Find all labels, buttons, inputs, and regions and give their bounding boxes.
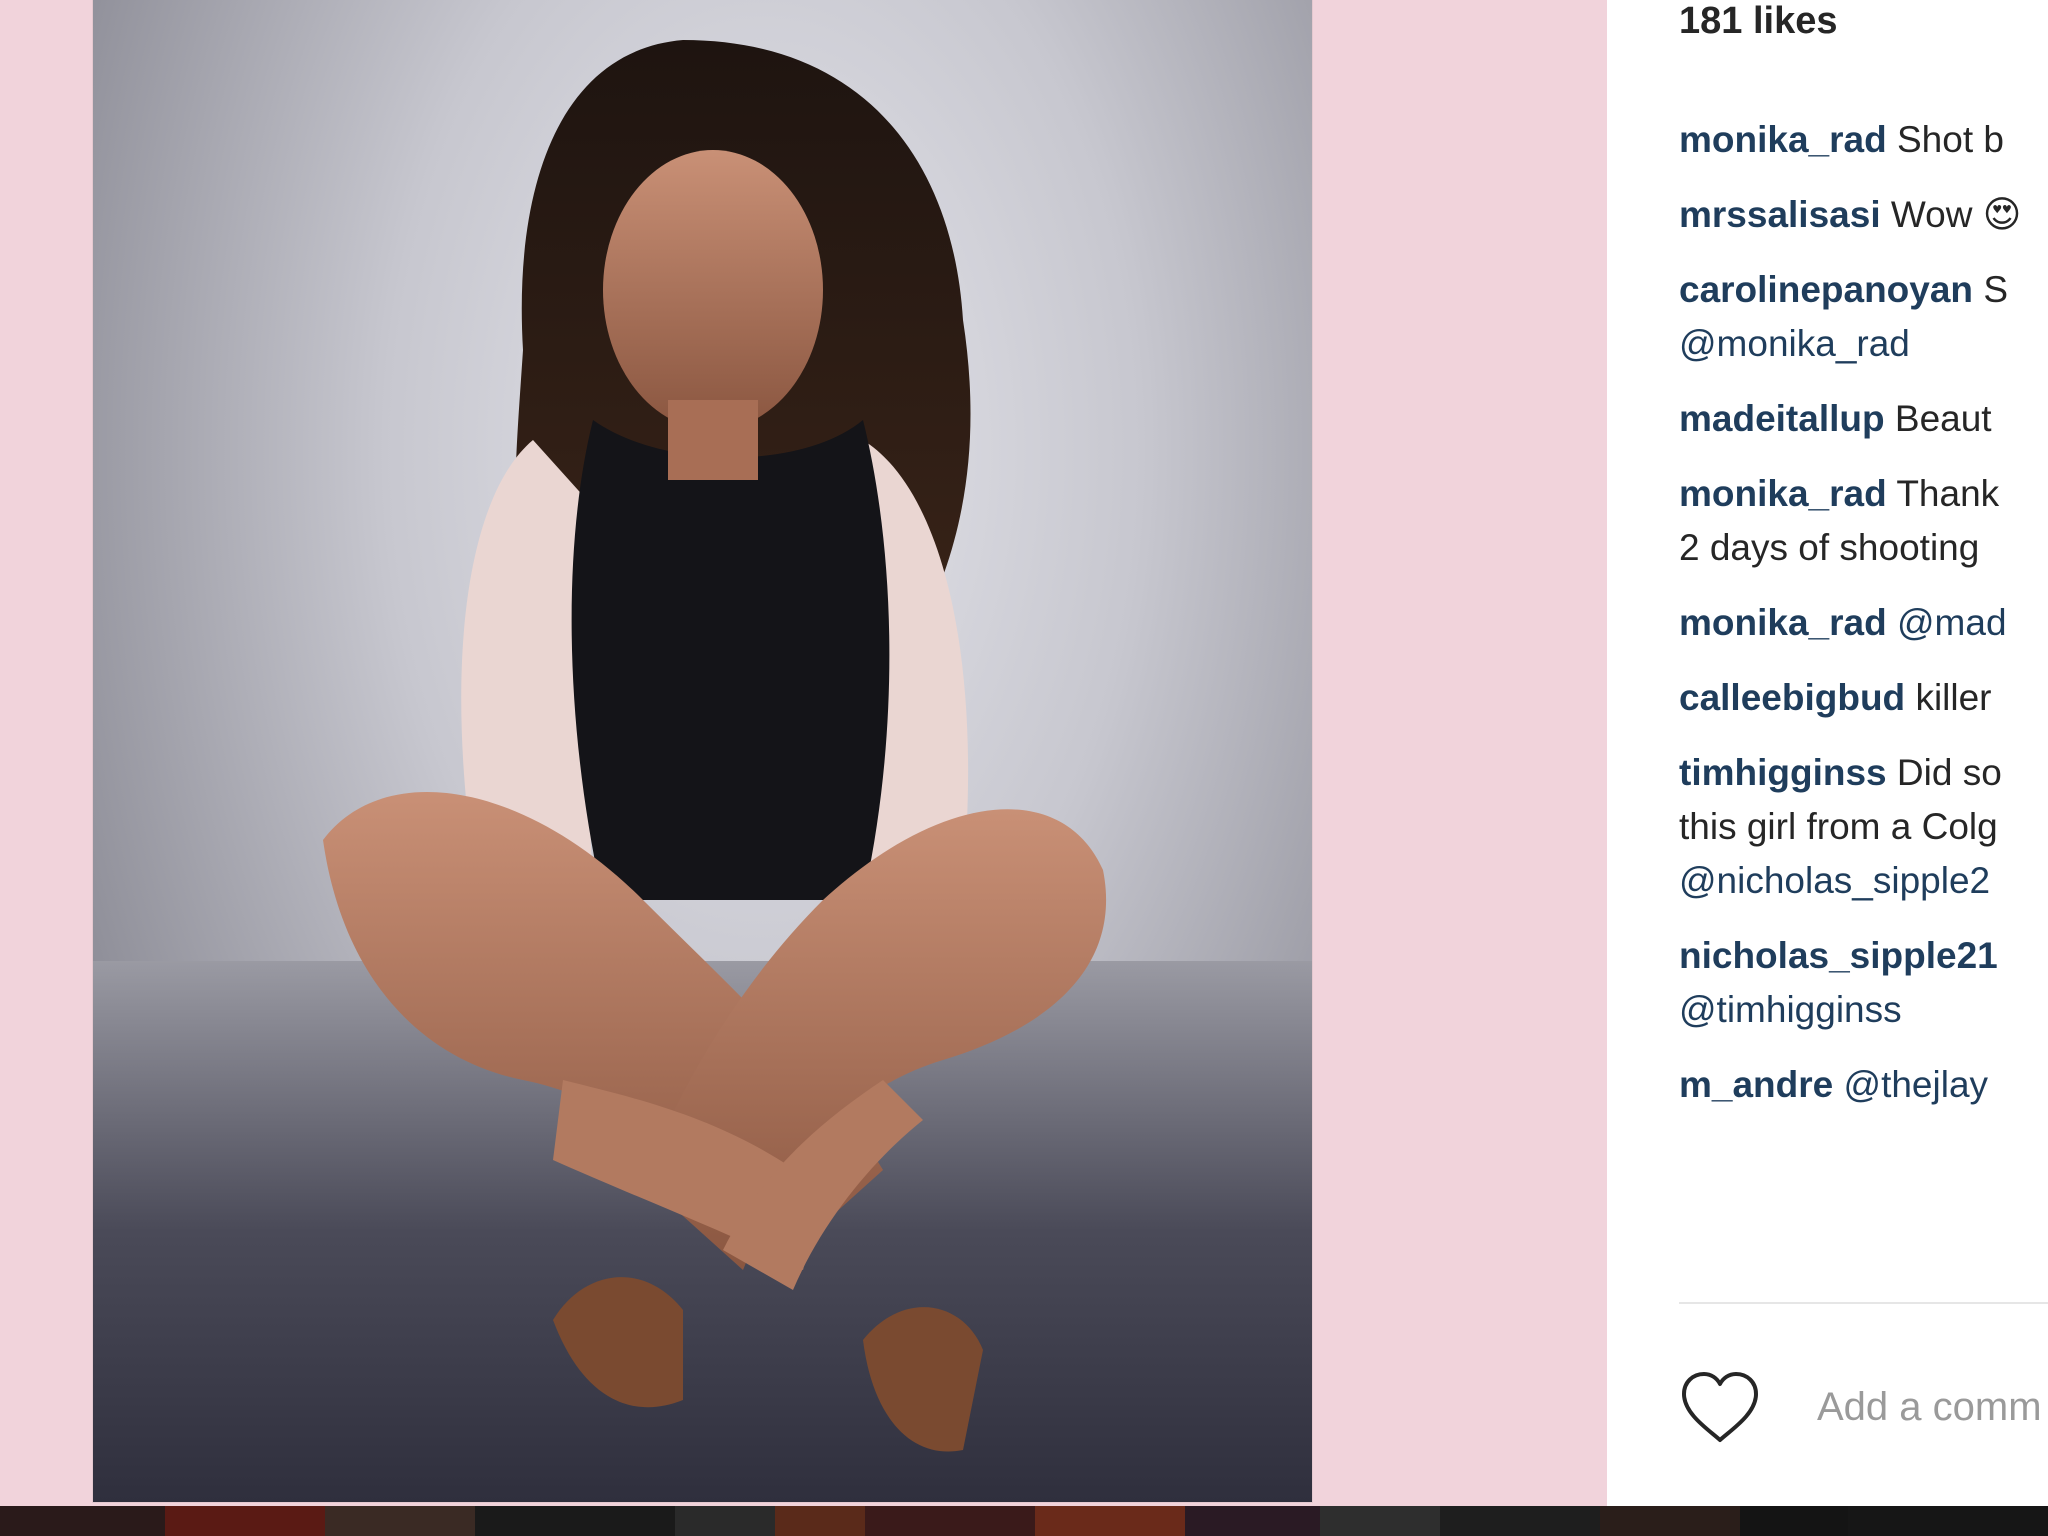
comment-mention[interactable]: @timhigginss xyxy=(1679,989,1902,1030)
thumbnail[interactable] xyxy=(675,1506,775,1536)
comment: m_andre @thejlay xyxy=(1679,1058,2048,1112)
comment-text: S xyxy=(1983,269,2008,310)
likes-count[interactable]: 181 likes xyxy=(1679,0,1837,43)
comment-mention[interactable]: @mad xyxy=(1897,602,2007,643)
comment-text: Beaut xyxy=(1894,398,1992,439)
thumbnail[interactable] xyxy=(1035,1506,1185,1536)
comment: monika_rad Shot b xyxy=(1679,113,2048,167)
comment-text-continued: this girl from a Colg xyxy=(1679,806,1998,847)
comment-username[interactable]: monika_rad xyxy=(1679,473,1887,514)
comments-panel: 181 likes monika_rad Shot b mrssalisasi … xyxy=(1607,0,2048,1506)
thumbnail[interactable] xyxy=(1440,1506,1600,1536)
media-pane xyxy=(0,0,1607,1506)
comment-username[interactable]: nicholas_sipple21 xyxy=(1679,935,1998,976)
comment: monika_rad @mad xyxy=(1679,596,2048,650)
thumbnail[interactable] xyxy=(1320,1506,1440,1536)
comment-text: Wow 😍 xyxy=(1890,194,2022,235)
heart-outline-icon xyxy=(1682,1372,1758,1442)
thumbnail[interactable] xyxy=(1185,1506,1320,1536)
instagram-post-view: 181 likes monika_rad Shot b mrssalisasi … xyxy=(0,0,2048,1536)
photo-figure xyxy=(323,40,1107,1452)
comment-username[interactable]: monika_rad xyxy=(1679,119,1887,160)
comment-text: Thank xyxy=(1896,473,2000,514)
comment-username[interactable]: carolinepanoyan xyxy=(1679,269,1973,310)
thumbnail[interactable] xyxy=(1600,1506,1740,1536)
comment: calleebigbud killer xyxy=(1679,671,2048,725)
comment: timhigginss Did so this girl from a Colg… xyxy=(1679,746,2048,908)
comment-list: monika_rad Shot b mrssalisasi Wow 😍 caro… xyxy=(1679,113,2048,1133)
comment-username[interactable]: calleebigbud xyxy=(1679,677,1905,718)
thumbnail[interactable] xyxy=(775,1506,865,1536)
thumbnail[interactable] xyxy=(0,1506,165,1536)
comments-divider xyxy=(1679,1302,2048,1304)
comment: mrssalisasi Wow 😍 xyxy=(1679,188,2048,242)
add-comment-input[interactable] xyxy=(1817,1380,2048,1434)
thumbnail[interactable] xyxy=(165,1506,325,1536)
post-photo[interactable] xyxy=(93,0,1312,1502)
comment-mention[interactable]: @thejlay xyxy=(1844,1064,1989,1105)
comment-text-continued: 2 days of shooting xyxy=(1679,527,1980,568)
thumbnail[interactable] xyxy=(475,1506,675,1536)
comment-text: killer xyxy=(1915,677,1992,718)
comment: monika_rad Thank 2 days of shooting xyxy=(1679,467,2048,575)
comment-mention[interactable]: @nicholas_sipple2 xyxy=(1679,860,1990,901)
comment-text: Did so xyxy=(1896,752,2002,793)
comment: madeitallup Beaut xyxy=(1679,392,2048,446)
comment: carolinepanoyan S @monika_rad xyxy=(1679,263,2048,371)
comment: nicholas_sipple21 @timhigginss xyxy=(1679,929,2048,1037)
like-button[interactable] xyxy=(1679,1370,1761,1444)
comment-username[interactable]: madeitallup xyxy=(1679,398,1885,439)
comment-username[interactable]: mrssalisasi xyxy=(1679,194,1881,235)
thumbnail[interactable] xyxy=(1740,1506,1848,1536)
bottom-thumbnail-strip xyxy=(0,1506,2048,1536)
comment-username[interactable]: monika_rad xyxy=(1679,602,1887,643)
comment-username[interactable]: m_andre xyxy=(1679,1064,1833,1105)
comment-username[interactable]: timhigginss xyxy=(1679,752,1887,793)
thumbnail[interactable] xyxy=(865,1506,1035,1536)
thumbnail[interactable] xyxy=(325,1506,475,1536)
comment-mention[interactable]: @monika_rad xyxy=(1679,323,1910,364)
comment-text: Shot b xyxy=(1896,119,2004,160)
